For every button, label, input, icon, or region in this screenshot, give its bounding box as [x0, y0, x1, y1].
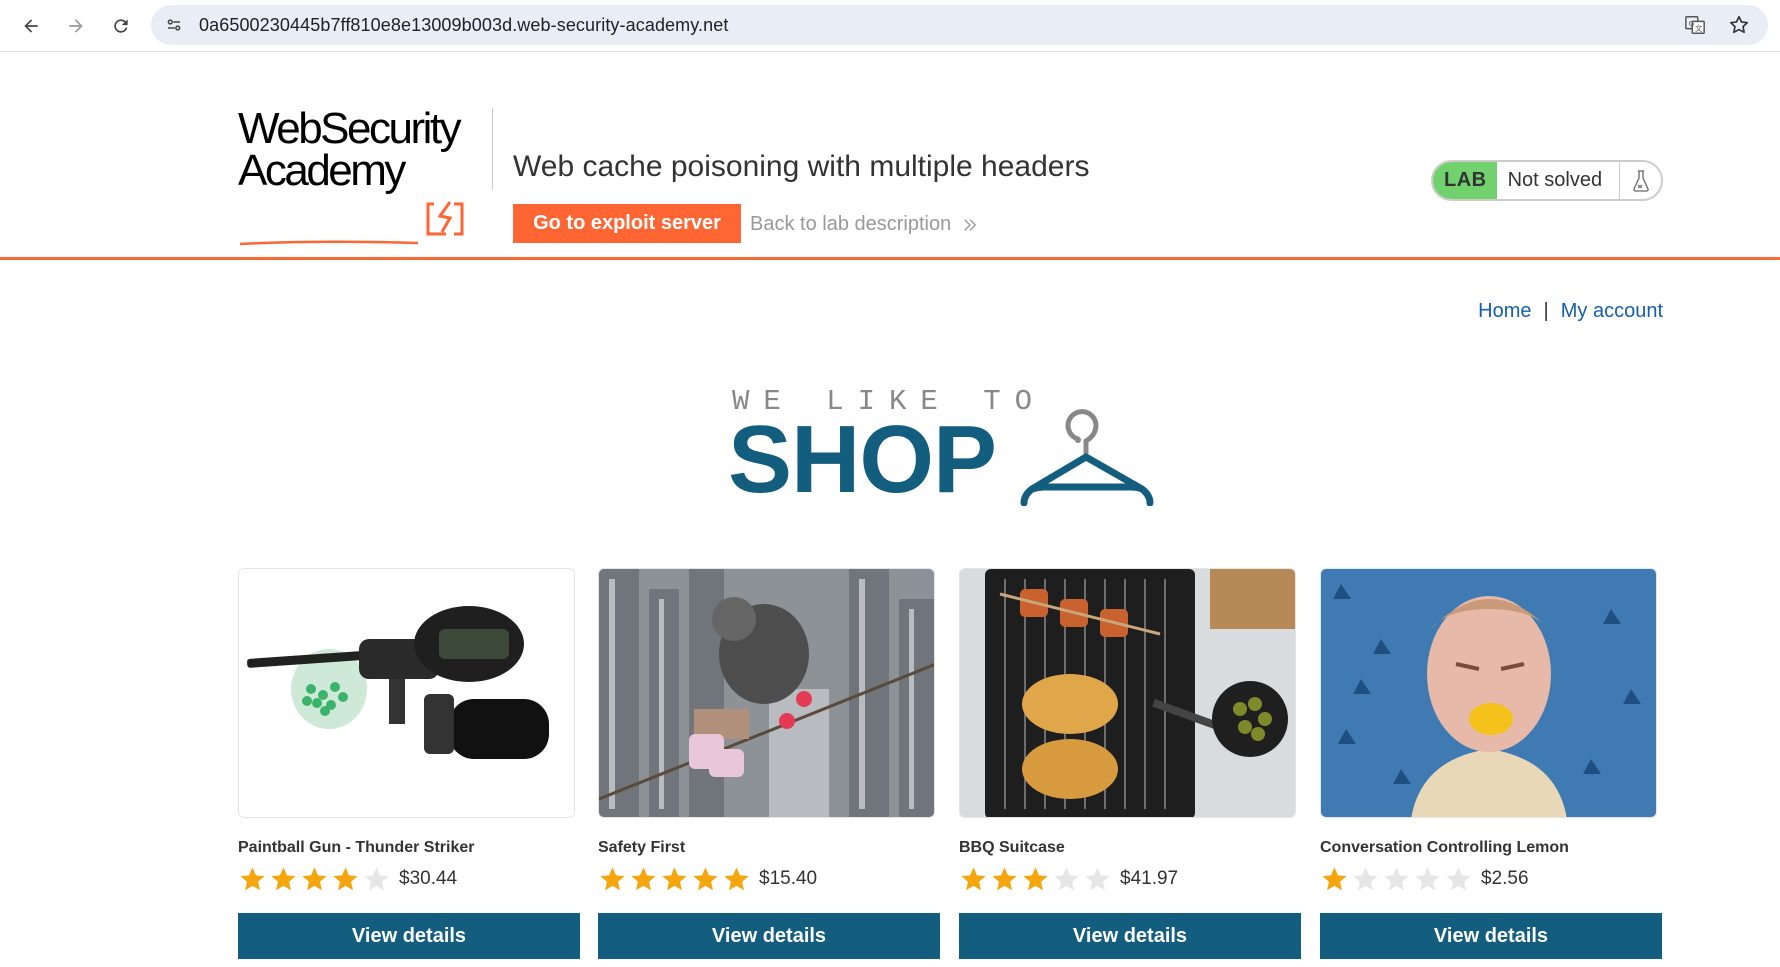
- product-card: Conversation Controlling Lemon $2.56 Vie…: [1320, 568, 1662, 959]
- svg-text:文: 文: [1695, 24, 1703, 33]
- reload-button[interactable]: [104, 9, 138, 43]
- star-empty-icon: [1446, 866, 1471, 890]
- product-name: Conversation Controlling Lemon: [1320, 839, 1569, 856]
- logo-text-line1: WebSecurity: [238, 104, 462, 153]
- star-empty-icon: [1353, 866, 1378, 890]
- product-card: Paintball Gun - Thunder Striker $30.44 V…: [238, 568, 580, 959]
- view-details-button[interactable]: View details: [598, 913, 940, 959]
- star-filled-icon: [631, 866, 656, 890]
- translate-icon[interactable]: G文: [1684, 14, 1706, 36]
- product-image-paintball-gun[interactable]: [238, 568, 575, 818]
- logo-bolt-icon: [426, 201, 464, 236]
- back-button[interactable]: [14, 9, 48, 43]
- star-filled-icon: [662, 866, 687, 890]
- browser-toolbar: 0a6500230445b7ff810e8e13009b003d.web-sec…: [0, 0, 1780, 52]
- bbq-suitcase-image: [960, 569, 1295, 817]
- forward-button[interactable]: [59, 9, 93, 43]
- view-details-button[interactable]: View details: [1320, 913, 1662, 959]
- lab-status-widget: LAB Not solved: [1431, 160, 1663, 201]
- star-empty-icon: [1415, 866, 1440, 890]
- product-image-lemon[interactable]: [1320, 568, 1657, 818]
- logo-underline: [239, 240, 419, 246]
- product-name: Paintball Gun - Thunder Striker: [238, 839, 475, 856]
- view-details-button[interactable]: View details: [238, 913, 580, 959]
- product-price: $30.44: [399, 868, 458, 889]
- star-filled-icon: [693, 866, 718, 890]
- star-filled-icon: [992, 866, 1017, 890]
- reload-icon: [114, 18, 128, 33]
- product-rating: $41.97: [959, 864, 1301, 894]
- lab-title: Web cache poisoning with multiple header…: [513, 150, 1090, 183]
- star-empty-icon: [1085, 866, 1110, 890]
- bookmark-star-icon[interactable]: [1728, 14, 1750, 36]
- star-filled-icon: [271, 866, 296, 890]
- product-image-safety-first[interactable]: [598, 568, 935, 818]
- forward-icon: [69, 18, 83, 33]
- star-filled-icon: [333, 866, 358, 890]
- star-empty-icon: [364, 866, 389, 890]
- address-bar[interactable]: 0a6500230445b7ff810e8e13009b003d.web-sec…: [151, 5, 1768, 45]
- safety-first-image: [599, 569, 934, 817]
- star-filled-icon: [724, 866, 749, 890]
- product-price: $15.40: [759, 868, 818, 889]
- svg-text:G: G: [1689, 19, 1695, 28]
- go-to-exploit-server-button[interactable]: Go to exploit server: [513, 204, 741, 243]
- star-empty-icon: [1384, 866, 1409, 890]
- star-filled-icon: [961, 866, 986, 890]
- site-info-button[interactable]: [161, 12, 187, 38]
- shop-banner: WE LIKE TO SHOP: [728, 385, 1178, 513]
- product-card: Safety First $15.40 View details: [598, 568, 940, 959]
- product-rating: $15.40: [598, 864, 940, 894]
- clothes-hanger-icon: [1020, 409, 1154, 506]
- nav-separator: |: [1543, 300, 1549, 322]
- star-filled-icon: [600, 866, 625, 890]
- flask-icon: [1619, 162, 1661, 199]
- product-rating: $30.44: [238, 864, 580, 894]
- url-text[interactable]: 0a6500230445b7ff810e8e13009b003d.web-sec…: [199, 15, 728, 36]
- product-price: $41.97: [1120, 868, 1179, 889]
- product-rating: $2.56: [1320, 864, 1662, 894]
- lab-header: WebSecurity Academy Web cache poisoning …: [0, 52, 1780, 260]
- product-name: Safety First: [598, 839, 686, 856]
- star-filled-icon: [1322, 866, 1347, 890]
- product-name: BBQ Suitcase: [959, 839, 1065, 856]
- lab-badge: LAB: [1433, 162, 1497, 199]
- back-to-lab-description-link[interactable]: Back to lab description: [750, 213, 979, 236]
- star-filled-icon: [302, 866, 327, 890]
- my-account-link[interactable]: My account: [1561, 300, 1663, 323]
- product-card: BBQ Suitcase $41.97 View details: [959, 568, 1301, 959]
- account-nav: Home | My account: [1478, 300, 1663, 323]
- view-details-button[interactable]: View details: [959, 913, 1301, 959]
- logo-text-line2: Academy: [238, 146, 406, 195]
- star-filled-icon: [240, 866, 265, 890]
- banner-title: SHOP: [728, 406, 997, 513]
- star-filled-icon: [1023, 866, 1048, 890]
- paintball-gun-image: [239, 569, 574, 817]
- back-icon: [24, 18, 38, 33]
- lab-status-text: Not solved: [1507, 169, 1603, 191]
- back-link-label: Back to lab description: [750, 213, 952, 235]
- product-price: $2.56: [1481, 868, 1529, 889]
- star-empty-icon: [1054, 866, 1079, 890]
- header-divider: [492, 108, 493, 190]
- conversation-lemon-image: [1321, 569, 1656, 817]
- web-security-academy-logo[interactable]: WebSecurity Academy: [238, 104, 488, 248]
- home-link[interactable]: Home: [1478, 300, 1531, 323]
- site-info-icon: [167, 19, 181, 31]
- double-chevron-right-icon: [964, 218, 977, 231]
- product-image-bbq-suitcase[interactable]: [959, 568, 1296, 818]
